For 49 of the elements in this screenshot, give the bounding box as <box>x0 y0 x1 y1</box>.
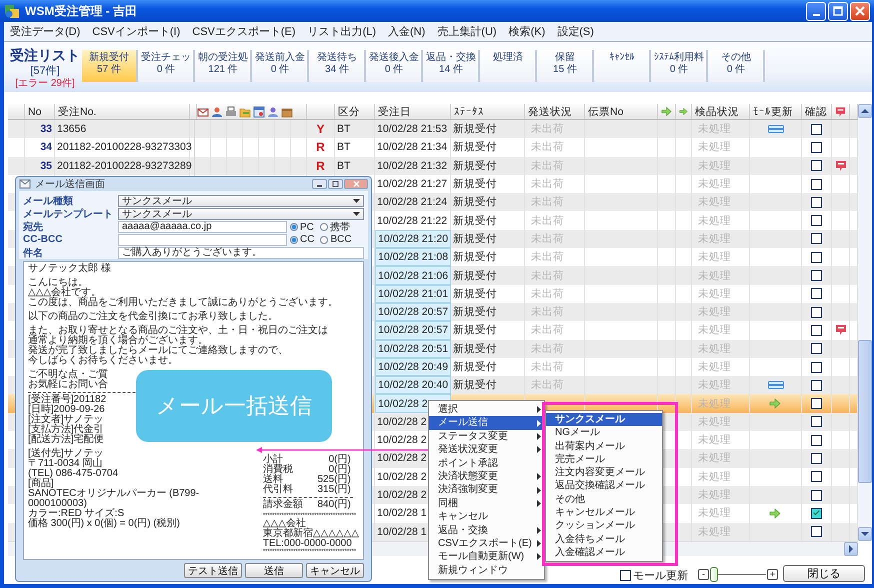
email-text: 小計 <box>262 455 283 465</box>
email-text-line: 価格 300(円) x 0(個) = 0(円) (税別) <box>28 519 180 529</box>
table-cell: 10/02/28 20:49 <box>375 358 451 376</box>
window-title: WSM受注管理 - 吉田 <box>25 2 138 20</box>
order-count: [57件] <box>30 64 60 78</box>
error-count: [エラー 29件] <box>15 78 75 90</box>
email-text-line: [受注番号]201182 <box>28 395 106 405</box>
email-text: 消費税 <box>262 465 294 475</box>
email-text: △△△会社 <box>262 519 306 529</box>
email-text-line: 〒711-0034 岡山 <box>28 459 102 469</box>
table-cell: 10/02/28 20:51 <box>375 340 451 358</box>
checkbox-label: モール更新 <box>633 568 688 582</box>
field-label: メール種類 <box>23 194 74 208</box>
email-text: 315(円) <box>316 485 351 495</box>
email-paragraph: サノテック太郎 様 <box>28 264 111 274</box>
email-paragraph: 以下の商品のご注文を代金引換にてお承り致しました。 <box>28 312 278 322</box>
email-text: 0(円) <box>328 465 351 475</box>
email-text-line: [支払方法]代金引 <box>28 425 104 435</box>
email-text: 代引料 <box>262 485 294 495</box>
table-cell: 10/02/28 20:57 <box>375 302 451 322</box>
field-label: 件名 <box>23 246 44 260</box>
email-text-line: カラー:RED サイズ:S <box>28 509 124 519</box>
radio-label: BCC <box>330 234 352 245</box>
radio-label: CC <box>300 234 314 245</box>
email-text: 請求金額 <box>262 500 304 510</box>
radio-label: PC <box>300 222 314 232</box>
email-text: 525(円) <box>316 475 351 485</box>
email-text-line: [注文者]サノテッ <box>28 415 104 425</box>
table-cell: 10/02/28 20:40 <box>375 376 451 394</box>
list-title: 受注リスト <box>10 46 80 64</box>
table-cell: 10/02/28 21:08 <box>375 248 451 266</box>
email-text: 840(円) <box>316 500 351 510</box>
email-text: 0(円) <box>328 455 351 465</box>
field-label: CC-BCC <box>23 234 64 245</box>
email-text-line: [日時]2009-09-26 <box>28 405 105 415</box>
email-text-line: SANOTECオリジナルパーカー (B799-0000100003) <box>28 489 200 509</box>
email-text-line: [配送方法]宅配便 <box>28 435 104 445</box>
email-text: TEL:000-0000-0000 <box>262 539 352 549</box>
email-text-line: [送付先]サノテッ <box>28 449 104 459</box>
email-text: 送料 <box>262 475 283 485</box>
table-cell: 10/02/28 21:01 <box>375 284 451 303</box>
table-cell: 10/02/28 20:57 <box>375 321 451 340</box>
email-text-line: [商品] <box>28 479 54 489</box>
email-text-line: (TEL) 086-475-0704 <box>28 469 118 479</box>
dialog-title: メール送信画面 <box>35 178 106 191</box>
table-cell: 10/02/28 21:20 <box>375 230 451 248</box>
email-text: 東京都新宿△△△△△△ <box>262 529 359 539</box>
table-cell: 10/02/28 21:06 <box>375 266 451 285</box>
callout-banner: メール一括送信 <box>136 370 332 442</box>
